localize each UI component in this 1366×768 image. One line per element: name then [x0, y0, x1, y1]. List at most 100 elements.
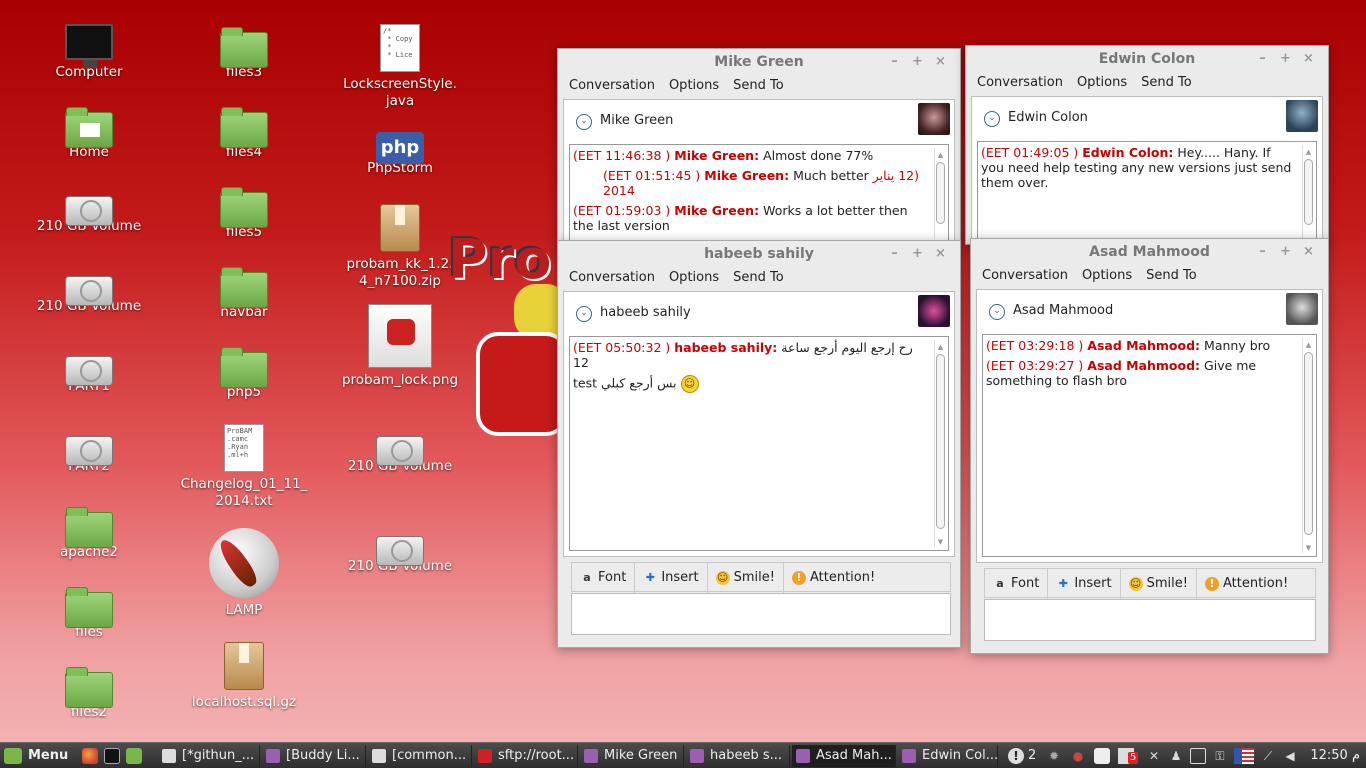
desktop-icon-probam-zip[interactable]: probam_kk_1.2.4_n7100.zip	[335, 204, 465, 290]
smile-button[interactable]: ☺ Smile!	[1121, 569, 1197, 599]
desktop-icon-part1[interactable]: PART1	[24, 344, 154, 395]
desktop-icon-apache2[interactable]: apache2	[24, 504, 154, 561]
chat-window-mike[interactable]: Mike Green – + × Conversation Options Send T…	[557, 48, 961, 244]
menu-conversation[interactable]: Conversation	[977, 75, 1063, 90]
lock-icon[interactable]: ⚿	[1212, 748, 1228, 764]
desktop-icon-navbar[interactable]: navbar	[179, 264, 309, 321]
desktop-icon-lockscreen-java[interactable]: /* * Copy * * Lice LockscreenStyle.java	[335, 24, 465, 110]
task-mike-green[interactable]: Mike Green	[580, 745, 684, 767]
menu-conversation[interactable]: Conversation	[569, 78, 655, 93]
task-buddy-list[interactable]: [Buddy Li...	[262, 745, 366, 767]
desktop-icon-computer[interactable]: Computer	[24, 24, 154, 81]
record-icon[interactable]: ●	[1070, 748, 1086, 764]
desktop-icon-localhost-sql[interactable]: localhost.sql.gz	[179, 642, 309, 711]
close-button[interactable]: ×	[1297, 46, 1320, 72]
terminal-launcher-icon[interactable]	[104, 748, 120, 764]
close-tray-icon[interactable]: ✕	[1146, 748, 1162, 764]
task-common[interactable]: [common...	[368, 745, 472, 767]
minimize-button[interactable]: –	[1251, 46, 1274, 72]
font-button[interactable]: a Font	[985, 569, 1049, 599]
github-icon[interactable]	[1094, 748, 1110, 764]
menu-conversation[interactable]: Conversation	[569, 270, 655, 285]
desktop-icon-files5[interactable]: files5	[179, 184, 309, 241]
clock[interactable]: م 12:50	[1266, 743, 1366, 768]
desktop-icon-part2[interactable]: PART2	[24, 424, 154, 475]
files-launcher-icon[interactable]	[126, 748, 142, 764]
task-sftp[interactable]: sftp://root...	[474, 745, 578, 767]
menu-send-to[interactable]: Send To	[733, 78, 784, 93]
insert-button[interactable]: ✚ Insert	[635, 563, 708, 593]
desktop-icon-changelog[interactable]: ProBAM .camc .Ryan .ml+h Changelog_01_11…	[179, 424, 309, 510]
menu-options[interactable]: Options	[669, 78, 719, 93]
conversation-pane: ⌄ Asad Mahmood (EET 03:29:18 ) Asad Mahm…	[976, 289, 1323, 563]
close-button[interactable]: ×	[929, 241, 952, 267]
desktop-icon-volume-4[interactable]: 210 GB Volume	[335, 524, 465, 575]
attention-button[interactable]: ! Attention!	[1197, 569, 1296, 599]
close-button[interactable]: ×	[1297, 239, 1320, 265]
desktop-icon-php5[interactable]: php5	[179, 344, 309, 401]
user-icon[interactable]: ♟	[1168, 748, 1184, 764]
task-asad[interactable]: Asad Mah...	[792, 745, 896, 767]
message-input[interactable]	[571, 593, 951, 635]
desktop-icon-phpstorm[interactable]: php PhpStorm	[335, 124, 465, 177]
menu-button[interactable]: Menu	[4, 743, 68, 768]
maximize-button[interactable]: +	[906, 241, 929, 267]
task-githun[interactable]: [*githun_...	[158, 745, 260, 767]
notifications-icon[interactable]: !	[1008, 748, 1024, 764]
scrollbar[interactable]: ▲	[1302, 145, 1314, 239]
avatar[interactable]	[1286, 293, 1318, 325]
menu-options[interactable]: Options	[1077, 75, 1127, 90]
desktop-icon-files[interactable]: files	[24, 584, 154, 641]
menu-conversation[interactable]: Conversation	[982, 268, 1068, 283]
window-titlebar[interactable]: habeeb sahily – + ×	[558, 241, 960, 267]
minimize-button[interactable]: –	[1251, 239, 1274, 265]
close-button[interactable]: ×	[929, 49, 952, 75]
desktop-icon-volume-3[interactable]: 210 GB Volume	[335, 424, 465, 475]
desktop-icon-files2[interactable]: files2	[24, 664, 154, 721]
clipboard-icon[interactable]	[1190, 748, 1206, 764]
window-titlebar[interactable]: Asad Mahmood – + ×	[971, 239, 1328, 265]
chevron-down-icon[interactable]: ⌄	[984, 111, 1000, 127]
window-titlebar[interactable]: Mike Green – + ×	[558, 49, 960, 75]
maximize-button[interactable]: +	[1274, 239, 1297, 265]
maximize-button[interactable]: +	[906, 49, 929, 75]
task-edwin[interactable]: Edwin Col...	[898, 745, 998, 767]
us-flag-icon[interactable]	[1234, 748, 1254, 764]
font-button[interactable]: a Font	[572, 563, 636, 593]
minimize-button[interactable]: –	[883, 241, 906, 267]
menu-send-to[interactable]: Send To	[1146, 268, 1197, 283]
attention-button[interactable]: ! Attention!	[784, 563, 883, 593]
desktop-icon-home[interactable]: Home	[24, 104, 154, 161]
minimize-button[interactable]: –	[883, 49, 906, 75]
avatar[interactable]	[1286, 100, 1318, 132]
menu-send-to[interactable]: Send To	[1141, 75, 1192, 90]
scrollbar[interactable]: ▲	[934, 148, 946, 238]
avatar[interactable]	[918, 295, 950, 327]
sun-icon[interactable]: ✹	[1046, 748, 1062, 764]
avatar[interactable]	[918, 103, 950, 135]
scrollbar[interactable]: ▲ ▼	[1302, 338, 1314, 553]
menu-options[interactable]: Options	[669, 270, 719, 285]
desktop-icon-lamp[interactable]: LAMP	[179, 528, 309, 619]
insert-button[interactable]: ✚ Insert	[1048, 569, 1121, 599]
menu-send-to[interactable]: Send To	[733, 270, 784, 285]
task-habeeb[interactable]: habeeb s...	[686, 745, 790, 767]
desktop-icon-volume-1[interactable]: 210 GB Volume	[24, 184, 154, 235]
desktop-icon-probam-lock-png[interactable]: probam_lock.png	[335, 304, 465, 389]
firefox-launcher-icon[interactable]	[82, 748, 98, 764]
menu-options[interactable]: Options	[1082, 268, 1132, 283]
chat-window-habeeb[interactable]: habeeb sahily – + × Conversation Options Sen…	[557, 240, 961, 648]
maximize-button[interactable]: +	[1274, 46, 1297, 72]
desktop-icon-volume-2[interactable]: 210 GB Volume	[24, 264, 154, 315]
chat-window-edwin[interactable]: Edwin Colon – + × Conversation Options Send …	[965, 45, 1329, 245]
desktop-icon-files3[interactable]: files3	[179, 24, 309, 81]
window-titlebar[interactable]: Edwin Colon – + ×	[966, 46, 1328, 72]
chevron-down-icon[interactable]: ⌄	[576, 114, 592, 130]
chevron-down-icon[interactable]: ⌄	[989, 304, 1005, 320]
desktop-icon-files4[interactable]: files4	[179, 104, 309, 161]
chat-window-asad[interactable]: Asad Mahmood – + × Conversation Options Send…	[970, 238, 1329, 654]
message-input[interactable]	[984, 599, 1316, 641]
scrollbar[interactable]: ▲ ▼	[934, 340, 946, 547]
smile-button[interactable]: ☺ Smile!	[708, 563, 784, 593]
chevron-down-icon[interactable]: ⌄	[576, 306, 592, 322]
